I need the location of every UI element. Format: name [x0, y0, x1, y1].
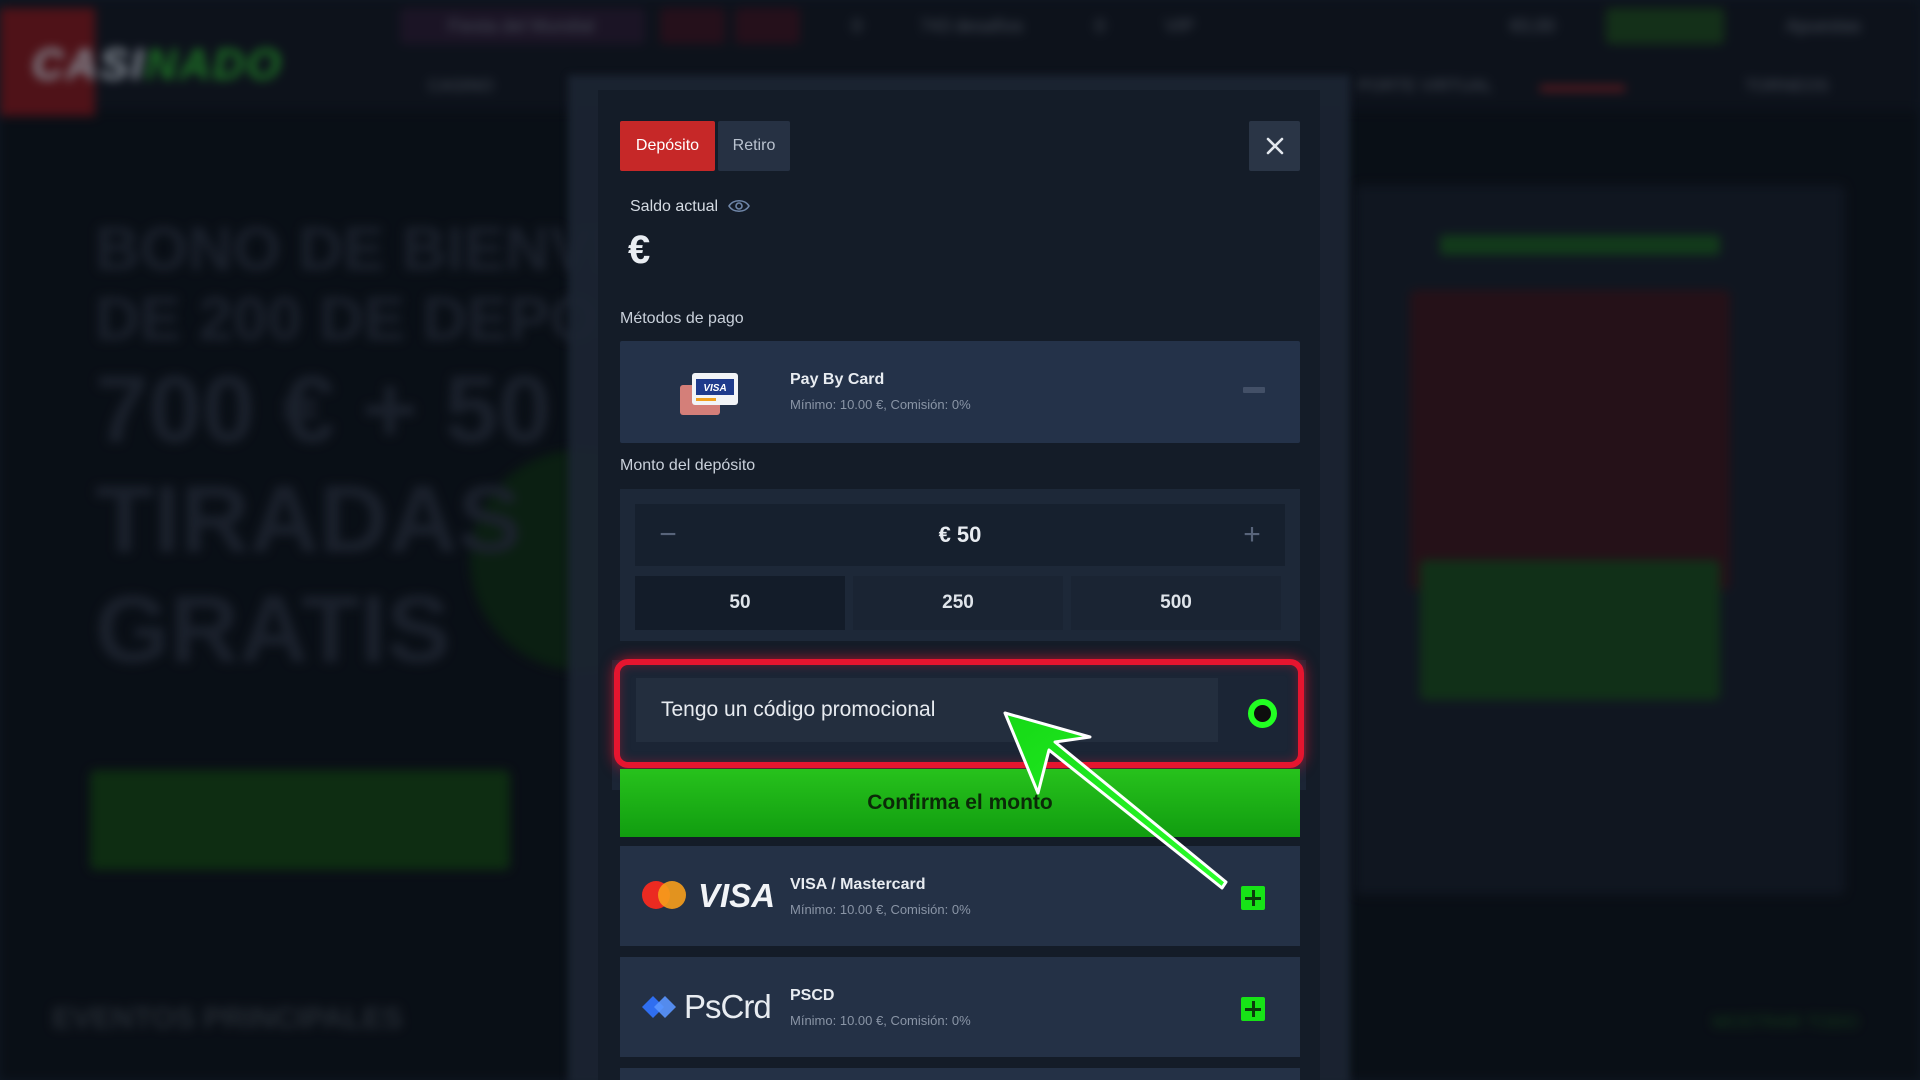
amount-stepper: − € 50 +	[635, 504, 1285, 566]
tab-deposit[interactable]: Depósito	[620, 121, 715, 171]
pscrd-logo-text: PsCrd	[684, 988, 772, 1025]
payment-method-pscd[interactable]: PsCrd PSCD Mínimo: 10.00 €, Comisión: 0%	[620, 957, 1300, 1057]
minus-icon[interactable]	[1243, 387, 1265, 393]
balance-label: Saldo actual	[630, 198, 719, 215]
confirm-amount-button[interactable]: Confirma el monto	[620, 769, 1300, 837]
tab-withdraw[interactable]: Retiro	[718, 121, 790, 171]
eye-icon[interactable]	[728, 198, 750, 214]
balance-value: €	[628, 228, 651, 272]
payment-method-next[interactable]	[620, 1068, 1300, 1080]
preset-50[interactable]: 50	[635, 576, 845, 630]
method-name: Pay By Card	[790, 371, 885, 388]
close-button[interactable]	[1249, 121, 1300, 171]
payment-method-visa[interactable]: VISA VISA / Mastercard Mínimo: 10.00 €, …	[620, 846, 1300, 946]
amount-label: Monto del depósito	[620, 457, 756, 474]
method-details: Mínimo: 10.00 €, Comisión: 0%	[790, 902, 971, 917]
card-icon: VISA	[680, 373, 738, 415]
svg-text:VISA: VISA	[703, 383, 726, 394]
close-icon	[1266, 137, 1283, 155]
highlight-frame	[614, 659, 1304, 768]
preset-250[interactable]: 250	[853, 576, 1063, 630]
deposit-modal: Depósito Retiro Saldo actual € Métodos d…	[598, 90, 1320, 1080]
amount-value[interactable]: € 50	[635, 522, 1285, 548]
pscrd-diamond-icon	[642, 996, 676, 1018]
method-details: Mínimo: 10.00 €, Comisión: 0%	[790, 397, 971, 412]
visa-mastercard-logo: VISA	[642, 877, 775, 914]
plus-icon[interactable]	[1241, 886, 1265, 910]
amount-box: − € 50 + 50 250 500	[620, 489, 1300, 641]
preset-500[interactable]: 500	[1071, 576, 1281, 630]
payment-methods-label: Métodos de pago	[620, 310, 744, 327]
method-details: Mínimo: 10.00 €, Comisión: 0%	[790, 1013, 971, 1028]
selected-payment-method[interactable]: VISA Pay By Card Mínimo: 10.00 €, Comisi…	[620, 341, 1300, 443]
visa-logo-text: VISA	[698, 877, 775, 914]
pscrd-logo: PsCrd	[640, 987, 780, 1027]
method-name: PSCD	[790, 987, 835, 1004]
method-name: VISA / Mastercard	[790, 876, 926, 893]
increase-button[interactable]: +	[1233, 516, 1271, 554]
plus-icon[interactable]	[1241, 997, 1265, 1021]
